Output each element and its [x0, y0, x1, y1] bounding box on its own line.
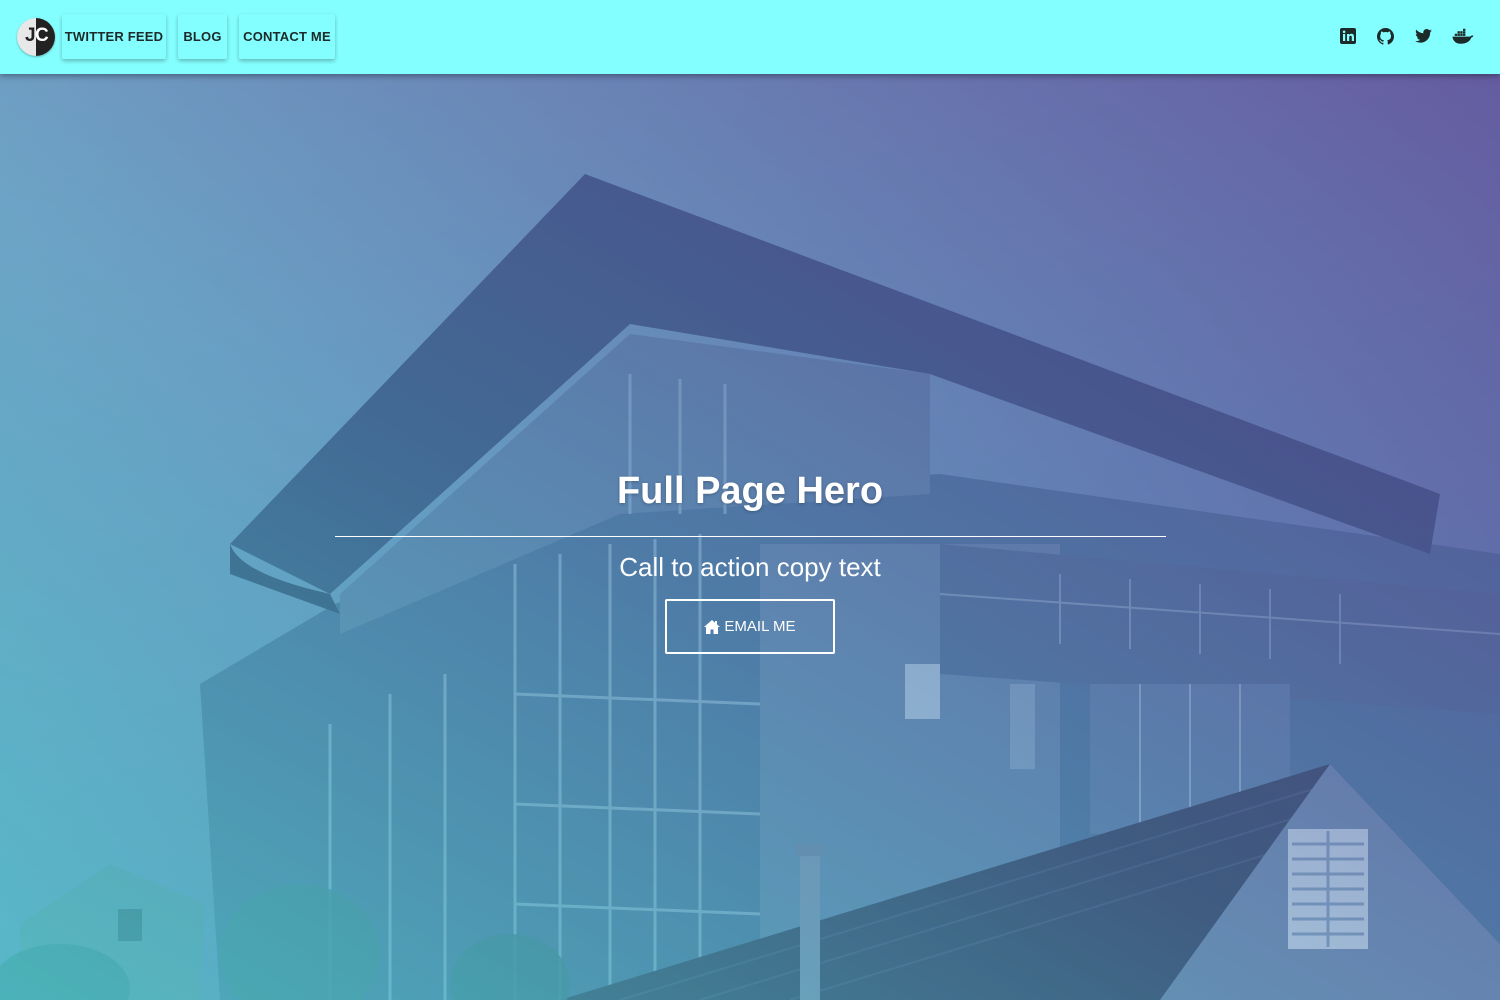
logo-letter-j: J [25, 25, 36, 46]
email-me-label: EMAIL ME [724, 618, 796, 635]
linkedin-icon[interactable] [1338, 26, 1358, 46]
hero-subtitle: Call to action copy text [619, 552, 881, 582]
github-icon[interactable] [1375, 26, 1395, 46]
top-navbar: J C TWITTER FEED BLOG CONTACT ME [0, 0, 1500, 74]
nav-label: CONTACT ME [243, 29, 331, 44]
nav-twitter-feed[interactable]: TWITTER FEED [62, 14, 166, 59]
nav-contact-me[interactable]: CONTACT ME [239, 14, 335, 59]
logo-letter-c: C [35, 25, 49, 46]
nav-label: BLOG [183, 29, 222, 44]
hero-section: Full Page Hero Call to action copy text … [0, 74, 1500, 1000]
gradient-overlay [0, 74, 1500, 1000]
site-logo[interactable]: J C [17, 18, 55, 56]
email-me-button[interactable]: EMAIL ME [665, 599, 835, 654]
nav-blog[interactable]: BLOG [178, 14, 227, 59]
twitter-icon[interactable] [1413, 26, 1433, 46]
hero-divider [335, 536, 1166, 537]
home-icon [704, 619, 721, 634]
nav-label: TWITTER FEED [64, 29, 164, 44]
docker-icon[interactable] [1451, 26, 1475, 46]
hero-title: Full Page Hero [616, 470, 884, 512]
